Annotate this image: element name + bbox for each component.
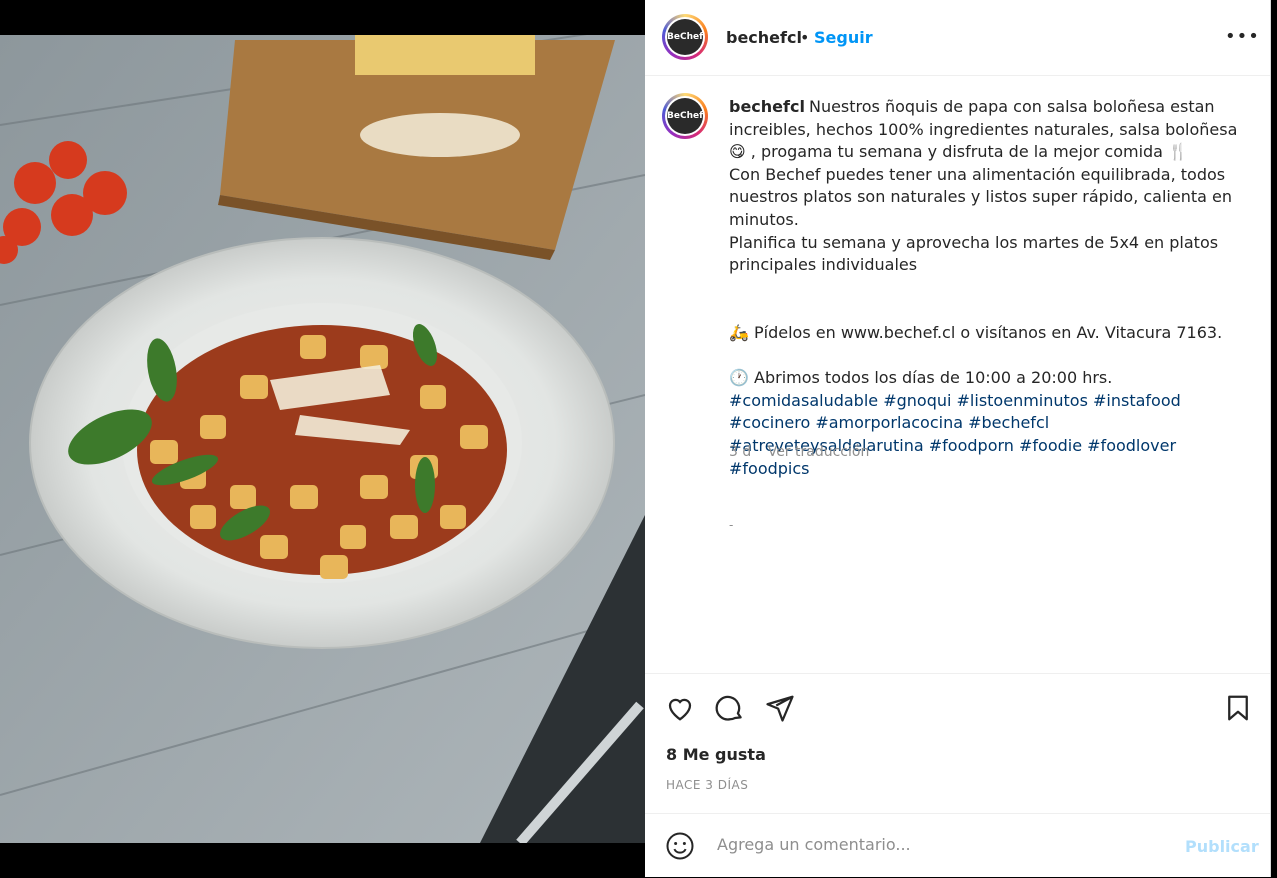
caption-avatar[interactable]: BeChef: [662, 93, 708, 139]
brand-logo: BeChef: [667, 98, 703, 134]
bookmark-icon[interactable]: [1223, 693, 1253, 723]
comment-icon[interactable]: [715, 693, 745, 723]
post-photo[interactable]: [0, 0, 645, 877]
brand-logo: BeChef: [667, 19, 703, 55]
comment-bar: Publicar: [645, 813, 1270, 878]
like-count[interactable]: 8 Me gusta: [666, 745, 766, 764]
share-icon[interactable]: [765, 693, 795, 723]
separator-dot: •: [800, 28, 810, 47]
caption-text-1: Nuestros ñoquis de papa con salsa boloñe…: [729, 97, 1238, 162]
post-header: BeChef bechefcl • Seguir •••: [645, 0, 1270, 76]
divider-dash: -: [729, 518, 734, 532]
caption-username[interactable]: bechefcl: [729, 97, 805, 116]
more-options-icon[interactable]: •••: [1225, 26, 1260, 47]
comment-input[interactable]: [715, 834, 1159, 855]
avatar[interactable]: BeChef: [662, 14, 708, 60]
caption-meta: 3 d Ver traducción: [729, 444, 881, 460]
emoji-icon[interactable]: [665, 831, 695, 861]
caption-text-4: 🛵 Pídelos en www.bechef.cl o visítanos e…: [729, 322, 1223, 342]
caption-text-2: Con Bechef puedes tener una alimentación…: [729, 164, 1232, 229]
caption-text-5: 🕐 Abrimos todos los días de 10:00 a 20:0…: [729, 368, 1113, 388]
post-timestamp: HACE 3 DÍAS: [666, 778, 749, 792]
caption-hashtags[interactable]: #comidasaludable #gnoqui #listoenminutos…: [729, 391, 1181, 478]
caption-age: 3 d: [729, 444, 752, 460]
post-caption: bechefcl Nuestros ñoquis de papa con sals…: [729, 96, 1239, 480]
header-username[interactable]: bechefcl: [726, 28, 802, 47]
translate-link[interactable]: Ver traducción: [768, 444, 870, 460]
action-bar: 8 Me gusta HACE 3 DÍAS: [645, 673, 1270, 814]
follow-button[interactable]: Seguir: [814, 28, 873, 47]
post-panel: BeChef bechefcl • Seguir ••• BeChef bech…: [645, 0, 1271, 877]
publish-button[interactable]: Publicar: [1185, 837, 1259, 856]
food-image: [0, 35, 645, 843]
caption-text-3: Planifica tu semana y aprovecha los mart…: [729, 232, 1219, 275]
heart-icon[interactable]: [665, 693, 695, 723]
